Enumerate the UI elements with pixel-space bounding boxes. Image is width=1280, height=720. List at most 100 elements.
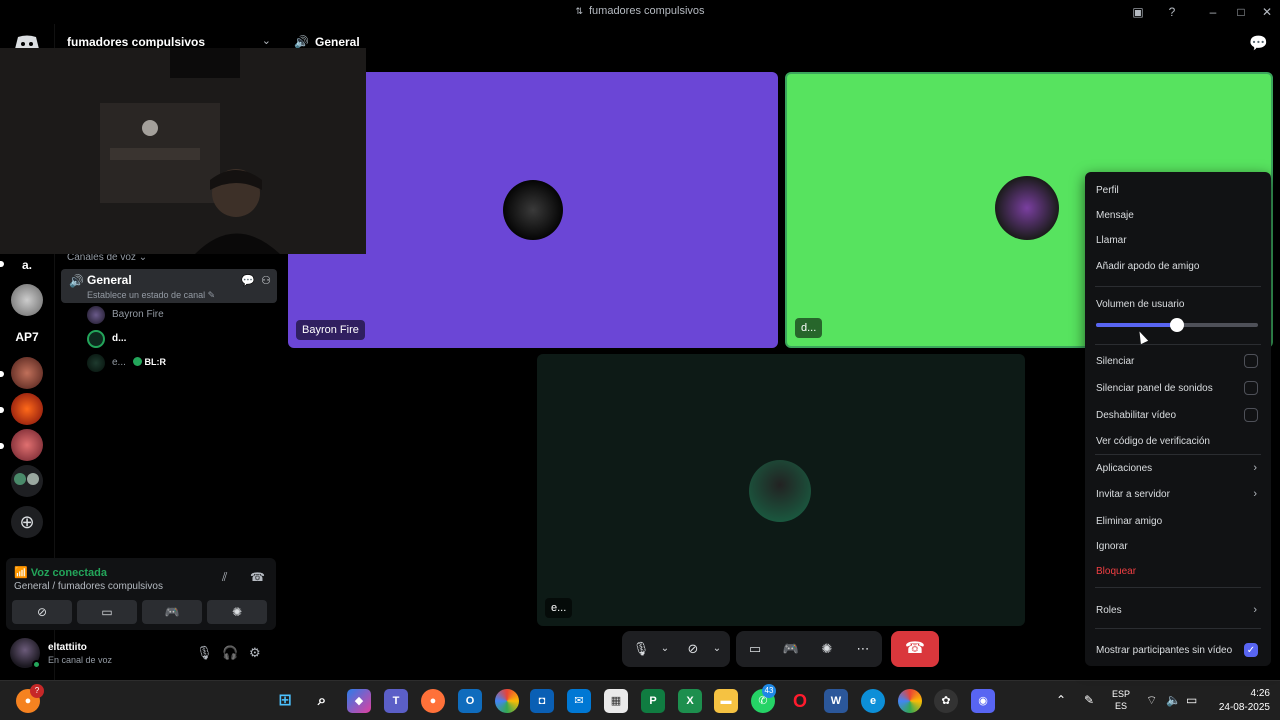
menu-item-block[interactable]: Bloquear — [1096, 566, 1136, 577]
server-item-a[interactable]: a. — [8, 258, 46, 272]
teams-icon[interactable]: T — [384, 689, 408, 713]
channel-status[interactable]: Establece un estado de canal ✎ — [87, 290, 215, 301]
maximize-icon[interactable]: □ — [1233, 4, 1249, 20]
excel-icon[interactable]: X — [678, 689, 702, 713]
participant-tile[interactable]: e... — [537, 354, 1025, 626]
menu-item-invite[interactable]: Invitar a servidor — [1096, 489, 1170, 500]
soundboard-button[interactable]: ✺ — [812, 631, 842, 667]
security-icon[interactable]: ◘ — [530, 689, 554, 713]
volume-icon[interactable]: 🔈 — [1166, 693, 1181, 707]
menu-item-message[interactable]: Mensaje — [1096, 210, 1134, 221]
channel-header: 🔊 General 💬 — [282, 24, 1280, 60]
menu-item-add-nickname[interactable]: Añadir apodo de amigo — [1096, 261, 1199, 272]
gear-icon[interactable]: ⚙ — [249, 645, 261, 661]
minimize-icon[interactable]: – — [1205, 4, 1221, 20]
language-indicator[interactable]: ESP ES — [1112, 688, 1130, 712]
menu-separator — [1095, 344, 1261, 345]
menu-item-show-non-video[interactable]: Mostrar participantes sin vídeo — [1096, 645, 1232, 656]
chatgpt-icon[interactable]: ✿ — [934, 689, 958, 713]
outlook-icon[interactable]: O — [458, 689, 482, 713]
participant-avatar — [503, 180, 563, 240]
show-non-video-checkbox[interactable]: ✓ — [1244, 643, 1258, 657]
copilot-icon[interactable]: ◆ — [347, 689, 371, 713]
headphones-icon[interactable]: 🎧 — [222, 645, 238, 661]
menu-item-remove-friend[interactable]: Eliminar amigo — [1096, 516, 1162, 527]
speaker-icon: 🔊 — [294, 35, 309, 49]
opera-icon[interactable]: O — [788, 689, 812, 713]
username: eltattiito — [48, 642, 87, 653]
activities-button[interactable]: 🎮 — [776, 631, 806, 667]
avatar — [87, 330, 105, 348]
slider-handle[interactable] — [1170, 318, 1184, 332]
battery-icon[interactable]: ▭ — [1186, 693, 1197, 707]
pen-icon[interactable]: ✎ — [1084, 693, 1094, 707]
server-folder[interactable] — [11, 465, 43, 497]
word-icon[interactable]: W — [824, 689, 848, 713]
unread-pip — [0, 371, 4, 377]
window-title: ⇅ fumadores compulsivos — [575, 5, 705, 17]
user-context-menu: Perfil Mensaje Llamar Añadir apodo de am… — [1085, 172, 1271, 666]
user-volume-slider[interactable] — [1096, 318, 1258, 332]
voice-status[interactable]: 📶 Voz conectada — [14, 566, 107, 579]
microphone-icon[interactable]: 🎙 — [196, 645, 213, 661]
search-icon[interactable]: ⌕ — [310, 689, 334, 713]
edge-icon[interactable]: e — [861, 689, 885, 713]
project-icon[interactable]: P — [641, 689, 665, 713]
chat-toggle-icon[interactable]: 💬 — [1249, 34, 1268, 52]
soundboard-button[interactable]: ✺ — [207, 600, 267, 624]
channel-title: General — [315, 35, 360, 49]
server-item[interactable] — [11, 393, 43, 425]
mail-icon[interactable]: ✉ — [567, 689, 591, 713]
clock[interactable]: 4:26 24-08-2025 — [1208, 687, 1270, 715]
camera-off-button[interactable]: ⊘ — [12, 600, 72, 624]
server-item[interactable] — [11, 284, 43, 316]
more-options-button[interactable]: ⋯ — [848, 631, 878, 667]
mute-checkbox[interactable] — [1244, 354, 1258, 368]
chevron-down-icon[interactable]: ⌄ — [702, 631, 732, 667]
discord-icon[interactable]: ◉ — [971, 689, 995, 713]
activity-icon — [132, 357, 142, 366]
file-explorer-icon[interactable]: ▬ — [714, 689, 738, 713]
menu-separator — [1095, 286, 1261, 287]
voice-channel-general[interactable]: 🔊 General Establece un estado de canal ✎… — [61, 269, 277, 303]
chrome-icon[interactable] — [898, 689, 922, 713]
server-item[interactable] — [11, 357, 43, 389]
chrome-icon[interactable] — [495, 689, 519, 713]
disconnect-button[interactable]: ☎ — [891, 631, 939, 667]
menu-item-roles[interactable]: Roles — [1096, 605, 1122, 616]
menu-item-profile[interactable]: Perfil — [1096, 185, 1119, 196]
wifi-icon[interactable]: ⌔ — [1146, 693, 1157, 708]
windows-start-icon[interactable]: ⊞ — [273, 689, 297, 713]
menu-item-mute[interactable]: Silenciar — [1096, 356, 1134, 367]
add-server-icon[interactable]: ⊕ — [11, 506, 43, 538]
activities-button[interactable]: 🎮 — [142, 600, 202, 624]
menu-item-apps[interactable]: Aplicaciones — [1096, 463, 1152, 474]
menu-item-ignore[interactable]: Ignorar — [1096, 541, 1128, 552]
menu-item-disable-video[interactable]: Deshabilitar vídeo — [1096, 410, 1176, 421]
firefox-icon[interactable]: ● — [421, 689, 445, 713]
calendar-icon[interactable]: ▦ — [604, 689, 628, 713]
menu-item-mute-soundboard[interactable]: Silenciar panel de sonidos — [1096, 383, 1213, 394]
screen-share-button[interactable]: ▭ — [740, 631, 770, 667]
server-item-ap7[interactable]: AP7 — [8, 330, 46, 344]
disable-video-checkbox[interactable] — [1244, 408, 1258, 422]
screen-share-button[interactable]: ▭ — [77, 600, 137, 624]
channel-name: General — [87, 273, 132, 287]
disconnect-icon[interactable]: ☎ — [250, 570, 265, 584]
voice-location[interactable]: General / fumadores compulsivos — [14, 581, 163, 592]
chevron-up-icon[interactable]: ⌃ — [1056, 693, 1066, 707]
inbox-icon[interactable]: ▣ — [1130, 4, 1146, 20]
invite-people-icon[interactable]: ⚇ — [261, 274, 271, 287]
chat-bubble-icon[interactable]: 💬 — [241, 274, 255, 287]
chevron-down-icon[interactable]: ⌄ — [650, 631, 680, 667]
close-icon[interactable]: ✕ — [1259, 4, 1275, 20]
server-item[interactable] — [11, 429, 43, 461]
mute-soundboard-checkbox[interactable] — [1244, 381, 1258, 395]
help-icon[interactable]: ? — [1164, 4, 1180, 20]
online-status-icon — [32, 660, 41, 669]
menu-item-verify-code[interactable]: Ver código de verificación — [1096, 436, 1210, 447]
activity-controls: ▭ 🎮 ✺ ⋯ — [736, 631, 882, 667]
menu-item-call[interactable]: Llamar — [1096, 235, 1127, 246]
webcam-preview[interactable] — [0, 48, 366, 254]
noise-suppression-icon[interactable]: ⫽ — [222, 570, 227, 585]
